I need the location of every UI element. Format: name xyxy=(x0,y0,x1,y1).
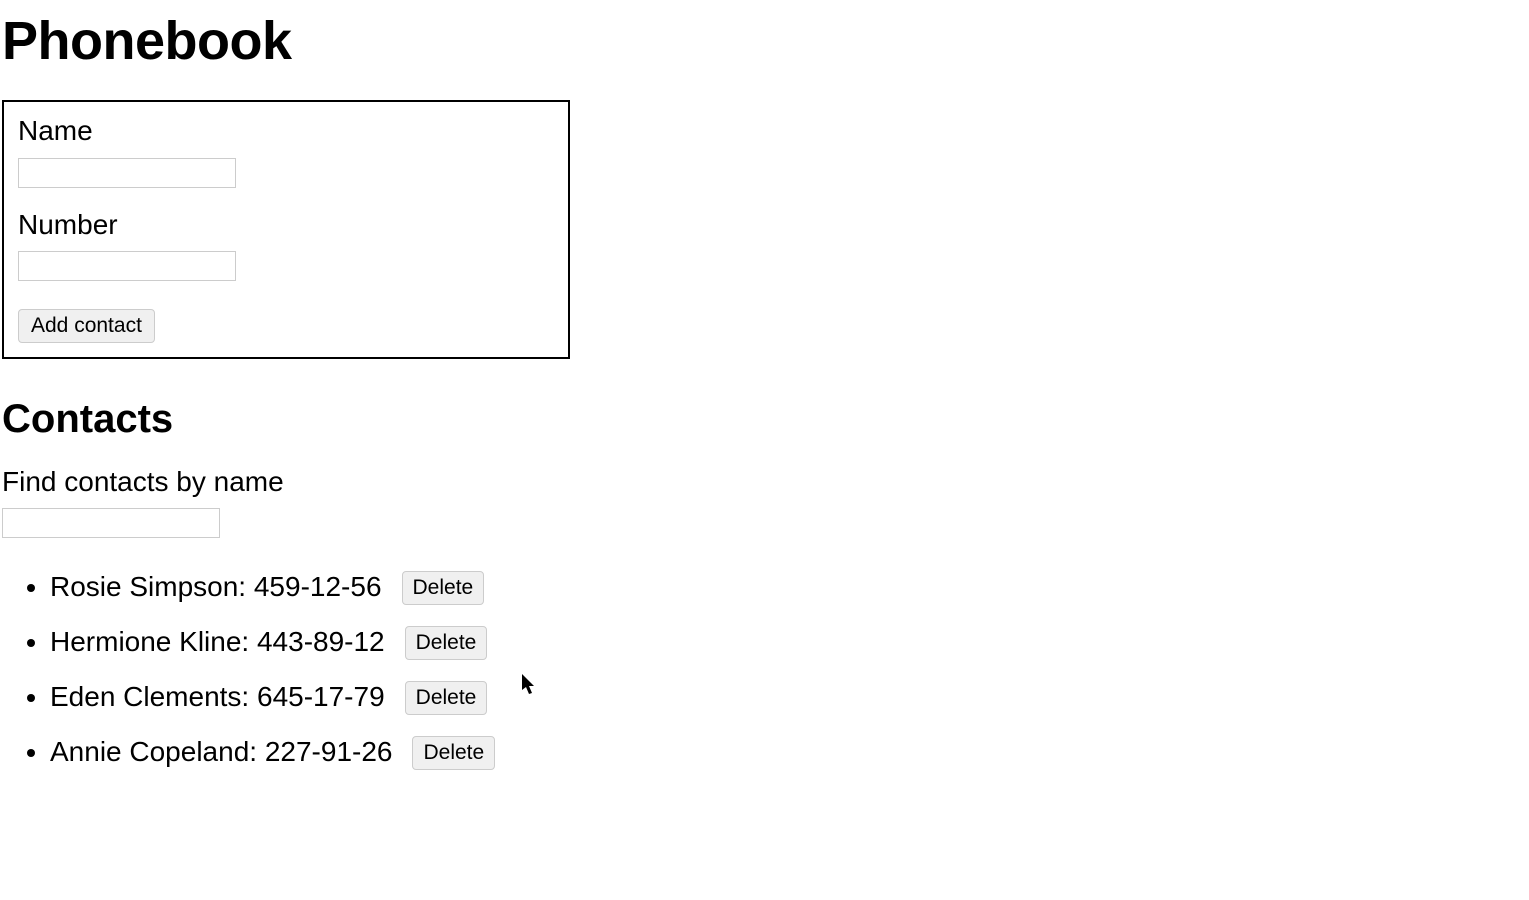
name-label: Name xyxy=(18,114,554,148)
contacts-list: Rosie Simpson: 459-12-56DeleteHermione K… xyxy=(2,560,1527,780)
contact-text: Annie Copeland: 227-91-26 xyxy=(50,736,392,767)
list-item: Eden Clements: 645-17-79 Delete xyxy=(50,670,1527,725)
number-field-group: Number xyxy=(18,208,554,282)
number-input[interactable] xyxy=(18,251,236,281)
add-contact-form: Name Number Add contact xyxy=(2,100,570,359)
add-contact-button[interactable]: Add contact xyxy=(18,309,155,343)
delete-button[interactable]: Delete xyxy=(405,681,488,715)
contact-text: Rosie Simpson: 459-12-56 xyxy=(50,571,382,602)
page-title: Phonebook xyxy=(2,10,1527,72)
contact-text: Hermione Kline: 443-89-12 xyxy=(50,626,385,657)
name-field-group: Name xyxy=(18,114,554,188)
delete-button[interactable]: Delete xyxy=(402,571,485,605)
find-label: Find contacts by name xyxy=(2,466,1527,498)
find-input[interactable] xyxy=(2,508,220,538)
list-item: Hermione Kline: 443-89-12 Delete xyxy=(50,615,1527,670)
list-item: Rosie Simpson: 459-12-56 Delete xyxy=(50,560,1527,615)
contacts-heading: Contacts xyxy=(2,397,1527,442)
number-label: Number xyxy=(18,208,554,242)
list-item: Annie Copeland: 227-91-26 Delete xyxy=(50,725,1527,780)
name-input[interactable] xyxy=(18,158,236,188)
delete-button[interactable]: Delete xyxy=(405,626,488,660)
find-section: Find contacts by name xyxy=(2,466,1527,538)
contact-text: Eden Clements: 645-17-79 xyxy=(50,681,385,712)
delete-button[interactable]: Delete xyxy=(412,736,495,770)
